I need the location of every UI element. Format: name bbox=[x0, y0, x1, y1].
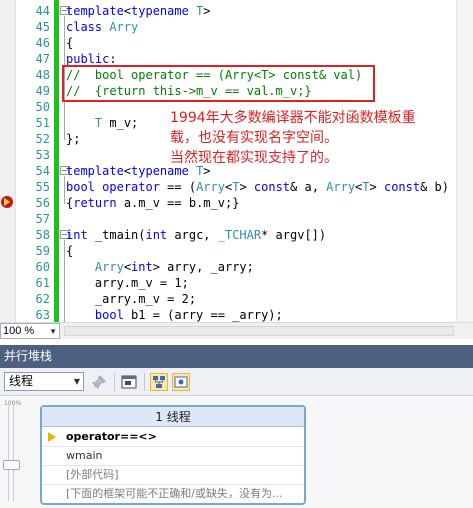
line-number: 47 bbox=[35, 52, 50, 66]
chevron-down-icon[interactable]: ▼ bbox=[49, 325, 57, 339]
thread-dropdown-value: 线程 bbox=[9, 374, 34, 388]
code-line[interactable]: T m_v; bbox=[66, 115, 138, 131]
line-number: 45 bbox=[35, 20, 50, 34]
code-line[interactable]: bool operator == (Arry<T> const& a, Arry… bbox=[66, 179, 449, 195]
annotation-text: 1994年大多数编译器不能对函数模板重 bbox=[170, 110, 416, 126]
change-tracking-bar bbox=[54, 0, 59, 322]
line-number: 57 bbox=[35, 212, 50, 226]
stack-frame[interactable]: wmain bbox=[42, 447, 304, 466]
code-line[interactable]: arry.m_v = 1; bbox=[66, 275, 189, 291]
pin-icon[interactable] bbox=[90, 373, 108, 391]
fold-guide bbox=[64, 176, 65, 204]
code-line[interactable]: {return a.m_v == b.m_v;} bbox=[66, 195, 239, 211]
stack-frame-label: [外部代码] bbox=[66, 468, 119, 481]
line-number: 51 bbox=[35, 116, 50, 130]
vertical-scrollbar[interactable] bbox=[456, 0, 473, 322]
thread-dropdown[interactable]: 线程 ▼ bbox=[4, 372, 84, 391]
panel-header: 并行堆栈 bbox=[0, 345, 473, 368]
zoom-value: 100 % bbox=[3, 325, 35, 337]
code-line[interactable]: int _tmain(int argc, _TCHAR* argv[]) bbox=[66, 227, 326, 243]
line-number: 60 bbox=[35, 260, 50, 274]
fold-guide bbox=[64, 240, 65, 322]
annotation-text: 载，也没有实现名字空间。 bbox=[170, 130, 338, 146]
line-number: 46 bbox=[35, 36, 50, 50]
line-number: 53 bbox=[35, 148, 50, 162]
current-statement-arrow-icon bbox=[1, 196, 13, 208]
line-number: 49 bbox=[35, 84, 50, 98]
stack-frame[interactable]: [下面的框架可能不正确和/或缺失，没有为... bbox=[42, 485, 304, 504]
line-number: 62 bbox=[35, 292, 50, 306]
editor-status-bar: 100 % ▼ bbox=[0, 322, 473, 339]
method-view-icon[interactable] bbox=[120, 373, 138, 391]
breakpoint-margin[interactable] bbox=[0, 0, 16, 322]
line-number: 54 bbox=[35, 164, 50, 178]
code-line[interactable]: Arry<int> arry, _arry; bbox=[66, 259, 254, 275]
stack-frame-label: operator==<> bbox=[66, 430, 157, 443]
line-number: 63 bbox=[35, 308, 50, 322]
line-number: 59 bbox=[35, 244, 50, 258]
stack-frame-label: [下面的框架可能不正确和/或缺失，没有为... bbox=[66, 487, 283, 500]
code-line[interactable]: _arry.m_v = 2; bbox=[66, 291, 196, 307]
toolbar-separator bbox=[144, 373, 145, 391]
line-number: 48 bbox=[35, 68, 50, 82]
line-number: 58 bbox=[35, 228, 50, 242]
stack-frame-label: wmain bbox=[66, 449, 103, 462]
current-frame-arrow-icon bbox=[48, 432, 56, 442]
toolbar-separator bbox=[114, 373, 115, 391]
zoom-slider[interactable] bbox=[8, 405, 14, 501]
code-line[interactable]: bool b1 = (arry == _arry); bbox=[66, 307, 283, 322]
chevron-down-icon[interactable]: ▼ bbox=[74, 373, 80, 390]
stack-frame[interactable]: [外部代码] bbox=[42, 466, 304, 485]
code-line[interactable]: }; bbox=[66, 131, 80, 147]
line-number: 44 bbox=[35, 4, 50, 18]
stack-node[interactable]: 1 线程 operator==<> wmain [外部代码] [下面的框架可能不… bbox=[40, 405, 306, 505]
code-line[interactable]: { bbox=[66, 35, 73, 51]
panel-title: 并行堆栈 bbox=[4, 349, 53, 363]
annotation-text: 当然现在都实现支持了的。 bbox=[170, 150, 338, 166]
line-number: 56 bbox=[35, 196, 50, 210]
line-number: 61 bbox=[35, 276, 50, 290]
code-line[interactable]: { bbox=[66, 243, 73, 259]
horizontal-scrollbar[interactable] bbox=[64, 326, 454, 336]
line-number: 55 bbox=[35, 180, 50, 194]
auto-scroll-icon[interactable] bbox=[172, 373, 190, 391]
annotation-box bbox=[62, 65, 375, 102]
zoom-slider-thumb[interactable] bbox=[3, 460, 20, 470]
stack-frame[interactable]: operator==<> bbox=[42, 428, 304, 447]
panel-toolbar: 线程 ▼ bbox=[0, 368, 473, 396]
line-number: 52 bbox=[35, 132, 50, 146]
zoom-combobox[interactable]: 100 % ▼ bbox=[0, 323, 60, 339]
stack-node-header: 1 线程 bbox=[42, 407, 304, 427]
line-number: 50 bbox=[35, 100, 50, 114]
toggle-method-view-icon[interactable] bbox=[150, 373, 168, 391]
code-line[interactable]: class Arry bbox=[66, 19, 138, 35]
code-line[interactable]: template<typename T> bbox=[66, 3, 211, 19]
code-editor[interactable]: 44 45 46 47 48 49 50 51 52 53 54 55 56 5… bbox=[0, 0, 473, 322]
